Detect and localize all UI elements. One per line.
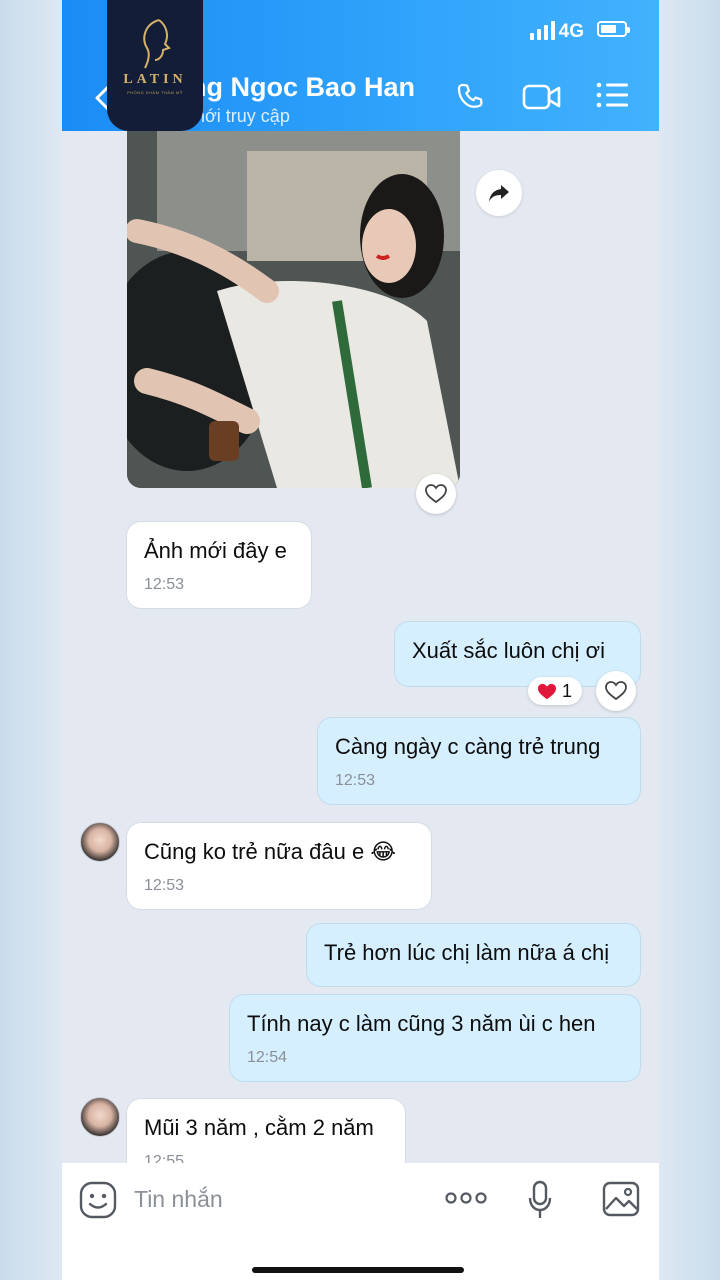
message-input[interactable]: Tin nhắn xyxy=(134,1186,223,1213)
message-bubble-incoming[interactable]: Cũng ko trẻ nữa đâu e 😂 12:53 xyxy=(127,823,431,909)
message-bubble-outgoing[interactable]: Càng ngày c càng trẻ trung 12:53 xyxy=(318,718,640,804)
forward-arrow-icon xyxy=(489,185,509,202)
message-time: 12:54 xyxy=(247,1049,288,1066)
image-gallery-icon[interactable] xyxy=(602,1181,640,1217)
network-type: 4G xyxy=(558,21,584,42)
contact-avatar[interactable] xyxy=(80,822,120,862)
message-text: Cũng ko trẻ nữa đâu e xyxy=(144,839,365,864)
contact-avatar[interactable] xyxy=(80,1097,120,1137)
message-bubble-incoming[interactable]: Ảnh mới đây e 12:53 xyxy=(127,522,311,608)
message-text: Trẻ hơn lúc chị làm nữa á chị xyxy=(324,940,610,965)
reaction-count: 1 xyxy=(562,681,573,701)
more-options-icon[interactable] xyxy=(445,1190,487,1206)
message-text: Ảnh mới đây e xyxy=(144,538,287,563)
logo-subtitle: PHÒNG KHÁM THẨM MỸ xyxy=(127,90,183,95)
message-text: Càng ngày c càng trẻ trung xyxy=(335,734,601,759)
message-bubble-outgoing[interactable]: Trẻ hơn lúc chị làm nữa á chị xyxy=(307,924,640,986)
signal-icon xyxy=(530,21,555,40)
logo-wordmark: LATIN xyxy=(123,72,187,87)
message-text: Xuất sắc luôn chị ơi xyxy=(412,638,605,663)
forward-button[interactable] xyxy=(476,170,522,216)
face-silhouette-icon xyxy=(143,19,171,69)
video-call-icon[interactable] xyxy=(522,82,562,112)
phone-call-icon[interactable] xyxy=(454,80,488,114)
menu-list-icon[interactable] xyxy=(596,80,630,110)
message-time: 12:53 xyxy=(335,772,376,789)
heart-outline-icon xyxy=(425,484,447,504)
heart-outline-icon xyxy=(605,681,627,701)
red-heart-icon xyxy=(538,683,556,700)
message-time: 12:53 xyxy=(144,877,185,894)
chat-header: 4G ng Ngoc Bao Han mới truy cập LATIN PH… xyxy=(62,0,659,131)
photo-woman-driving xyxy=(127,131,460,488)
home-indicator[interactable] xyxy=(252,1267,464,1273)
message-input-bar: Tin nhắn xyxy=(62,1163,659,1280)
battery-icon xyxy=(597,21,630,37)
message-text: Tính nay c làm cũng 3 năm ùi c hen xyxy=(247,1011,596,1036)
contact-name[interactable]: ng Ngoc Bao Han xyxy=(190,72,415,103)
message-bubble-outgoing[interactable]: Tính nay c làm cũng 3 năm ùi c hen 12:54 xyxy=(230,995,640,1081)
react-heart-button[interactable] xyxy=(596,671,636,711)
message-text: Mũi 3 năm , cằm 2 năm xyxy=(144,1115,374,1140)
latin-clinic-logo: LATIN PHÒNG KHÁM THẨM MỸ xyxy=(107,0,203,131)
react-heart-button[interactable] xyxy=(416,474,456,514)
sticker-emoji-icon[interactable] xyxy=(79,1181,117,1219)
reaction-badge[interactable]: 1 xyxy=(528,677,582,705)
message-time: 12:53 xyxy=(144,576,185,593)
last-seen-status: mới truy cập xyxy=(190,106,290,126)
microphone-icon[interactable] xyxy=(527,1180,553,1220)
chat-screen: 4G ng Ngoc Bao Han mới truy cập LATIN PH… xyxy=(62,0,659,1280)
laughing-emoji: 😂 xyxy=(370,840,397,865)
shared-photo[interactable] xyxy=(127,131,460,488)
